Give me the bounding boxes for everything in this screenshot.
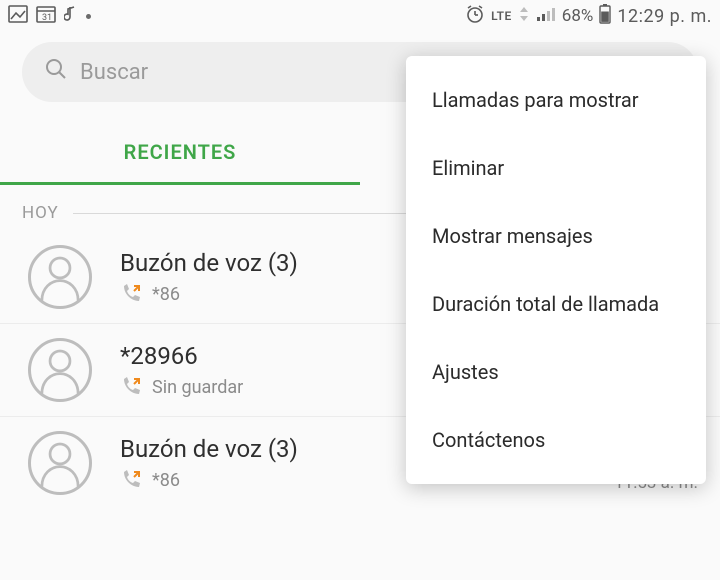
battery-text: 68%	[562, 6, 594, 26]
music-note-icon	[64, 5, 78, 28]
menu-item-total-duration[interactable]: Duración total de llamada	[406, 270, 706, 338]
call-sub-text: *86	[152, 470, 180, 491]
menu-item-delete[interactable]: Eliminar	[406, 134, 706, 202]
menu-item-settings[interactable]: Ajustes	[406, 338, 706, 406]
menu-item-calls-to-show[interactable]: Llamadas para mostrar	[406, 66, 706, 134]
avatar	[28, 245, 92, 309]
signal-bars-icon	[536, 6, 556, 27]
outgoing-call-icon	[120, 376, 142, 398]
call-sub-text: *86	[152, 284, 180, 305]
status-left: 31	[8, 5, 91, 28]
section-label: HOY	[22, 203, 59, 223]
menu-item-contact-us[interactable]: Contáctenos	[406, 406, 706, 474]
search-placeholder: Buscar	[80, 60, 148, 85]
status-time: 12:29 p. m.	[617, 6, 712, 27]
alarm-icon	[465, 4, 485, 29]
battery-icon	[599, 4, 611, 29]
search-icon	[44, 57, 68, 87]
signal-updown-icon	[518, 6, 530, 27]
status-dot-icon	[86, 14, 91, 19]
call-sub-text: Sin guardar	[152, 377, 243, 398]
menu-item-show-messages[interactable]: Mostrar mensajes	[406, 202, 706, 270]
image-icon	[8, 5, 28, 28]
avatar	[28, 338, 92, 402]
status-right: LTE 68% 12:29 p. m.	[465, 4, 712, 29]
outgoing-call-icon	[120, 283, 142, 305]
outgoing-call-icon	[120, 469, 142, 491]
tab-recent[interactable]: RECIENTES	[0, 122, 360, 185]
avatar	[28, 431, 92, 495]
overflow-menu: Llamadas para mostrar Eliminar Mostrar m…	[406, 56, 706, 484]
status-bar: 31 LTE 68% 12:29 p. m.	[0, 0, 720, 32]
network-type-label: LTE	[491, 9, 512, 23]
svg-text:31: 31	[42, 13, 52, 23]
calendar-icon: 31	[36, 5, 56, 28]
